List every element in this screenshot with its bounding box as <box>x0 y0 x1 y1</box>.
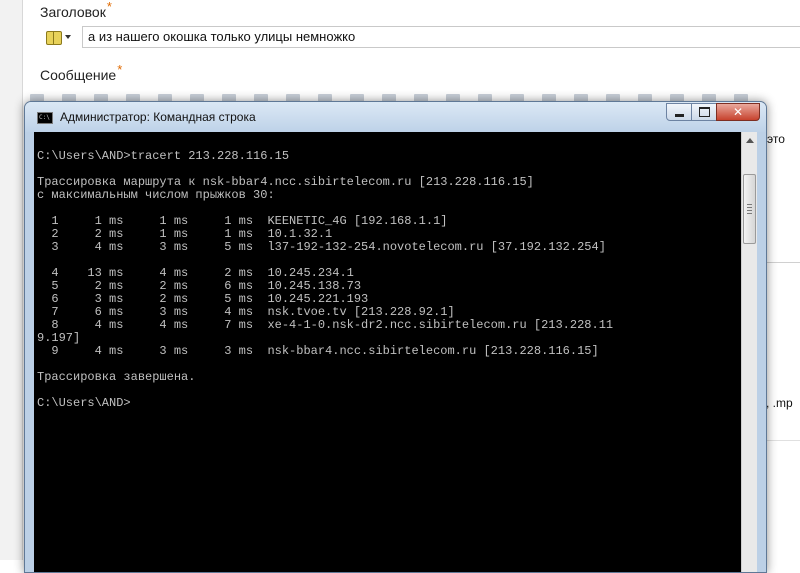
close-icon: ✕ <box>732 105 744 119</box>
console-line: 8 4 ms 4 ms 7 ms xe-4-1-0.nsk-dr2.ncc.si… <box>37 318 614 332</box>
message-text-fragment: это <box>767 132 785 146</box>
grip-line <box>747 207 752 208</box>
console-line: Трассировка маршрута к nsk-bbar4.ncc.sib… <box>37 175 534 189</box>
divider <box>766 440 800 441</box>
console-line: 7 6 ms 3 ms 4 ms nsk.tvoe.tv [213.228.92… <box>37 305 455 319</box>
console-line: 6 3 ms 2 ms 5 ms 10.245.221.193 <box>37 292 369 306</box>
console-line: 3 4 ms 3 ms 5 ms l37-192-132-254.novotel… <box>37 240 606 254</box>
close-button[interactable]: ✕ <box>716 103 760 121</box>
console-line: 1 1 ms 1 ms 1 ms KEENETIC_4G [192.168.1.… <box>37 214 448 228</box>
required-mark: * <box>106 0 112 14</box>
scroll-up-button[interactable] <box>742 132 758 149</box>
emoticon-picker-button[interactable] <box>36 26 80 48</box>
page-left-strip <box>0 0 23 560</box>
vertical-scrollbar[interactable] <box>741 132 758 572</box>
title-label: Заголовок* <box>40 0 112 20</box>
window-titlebar[interactable]: C:\ Администратор: Командная строка ✕ <box>25 102 766 132</box>
maximize-button[interactable] <box>691 103 717 121</box>
console-line: 2 2 ms 1 ms 1 ms 10.1.32.1 <box>37 227 333 241</box>
minimize-icon <box>674 113 684 117</box>
scroll-thumb[interactable] <box>743 174 756 244</box>
console-line: C:\Users\AND> <box>37 396 131 410</box>
console-line: 9 4 ms 3 ms 3 ms nsk-bbar4.ncc.sibirtele… <box>37 344 599 358</box>
command-prompt-window[interactable]: C:\ Администратор: Командная строка ✕ C:… <box>24 101 767 573</box>
arrow-up-icon <box>746 138 754 143</box>
console-line: 4 13 ms 4 ms 2 ms 10.245.234.1 <box>37 266 354 280</box>
window-frame <box>757 132 766 572</box>
grip-line <box>747 213 752 214</box>
window-controls: ✕ <box>666 103 760 121</box>
required-mark: * <box>117 62 123 77</box>
maximize-icon <box>698 107 710 117</box>
message-text-fragment: , .mp <box>766 396 793 410</box>
console-line: C:\Users\AND>tracert 213.228.116.15 <box>37 149 290 163</box>
console-output[interactable]: C:\Users\AND>tracert 213.228.116.15 Трасс… <box>34 132 741 572</box>
cmd-icon[interactable]: C:\ <box>37 112 53 124</box>
message-label: Сообщение* <box>40 62 123 83</box>
title-row <box>36 26 800 50</box>
caret-down-icon <box>64 35 71 39</box>
console-line: 5 2 ms 2 ms 6 ms 10.245.138.73 <box>37 279 362 293</box>
grip-line <box>747 210 752 211</box>
title-input[interactable] <box>82 26 800 48</box>
console-line: Трассировка завершена. <box>37 370 196 384</box>
divider <box>766 262 800 263</box>
console-line: 9.197] <box>37 331 81 345</box>
minimize-button[interactable] <box>666 103 692 121</box>
window-title: Администратор: Командная строка <box>60 110 256 124</box>
grip-line <box>747 204 752 205</box>
console-line: с максимальным числом прыжков 30: <box>37 188 275 202</box>
book-icon <box>45 30 62 45</box>
